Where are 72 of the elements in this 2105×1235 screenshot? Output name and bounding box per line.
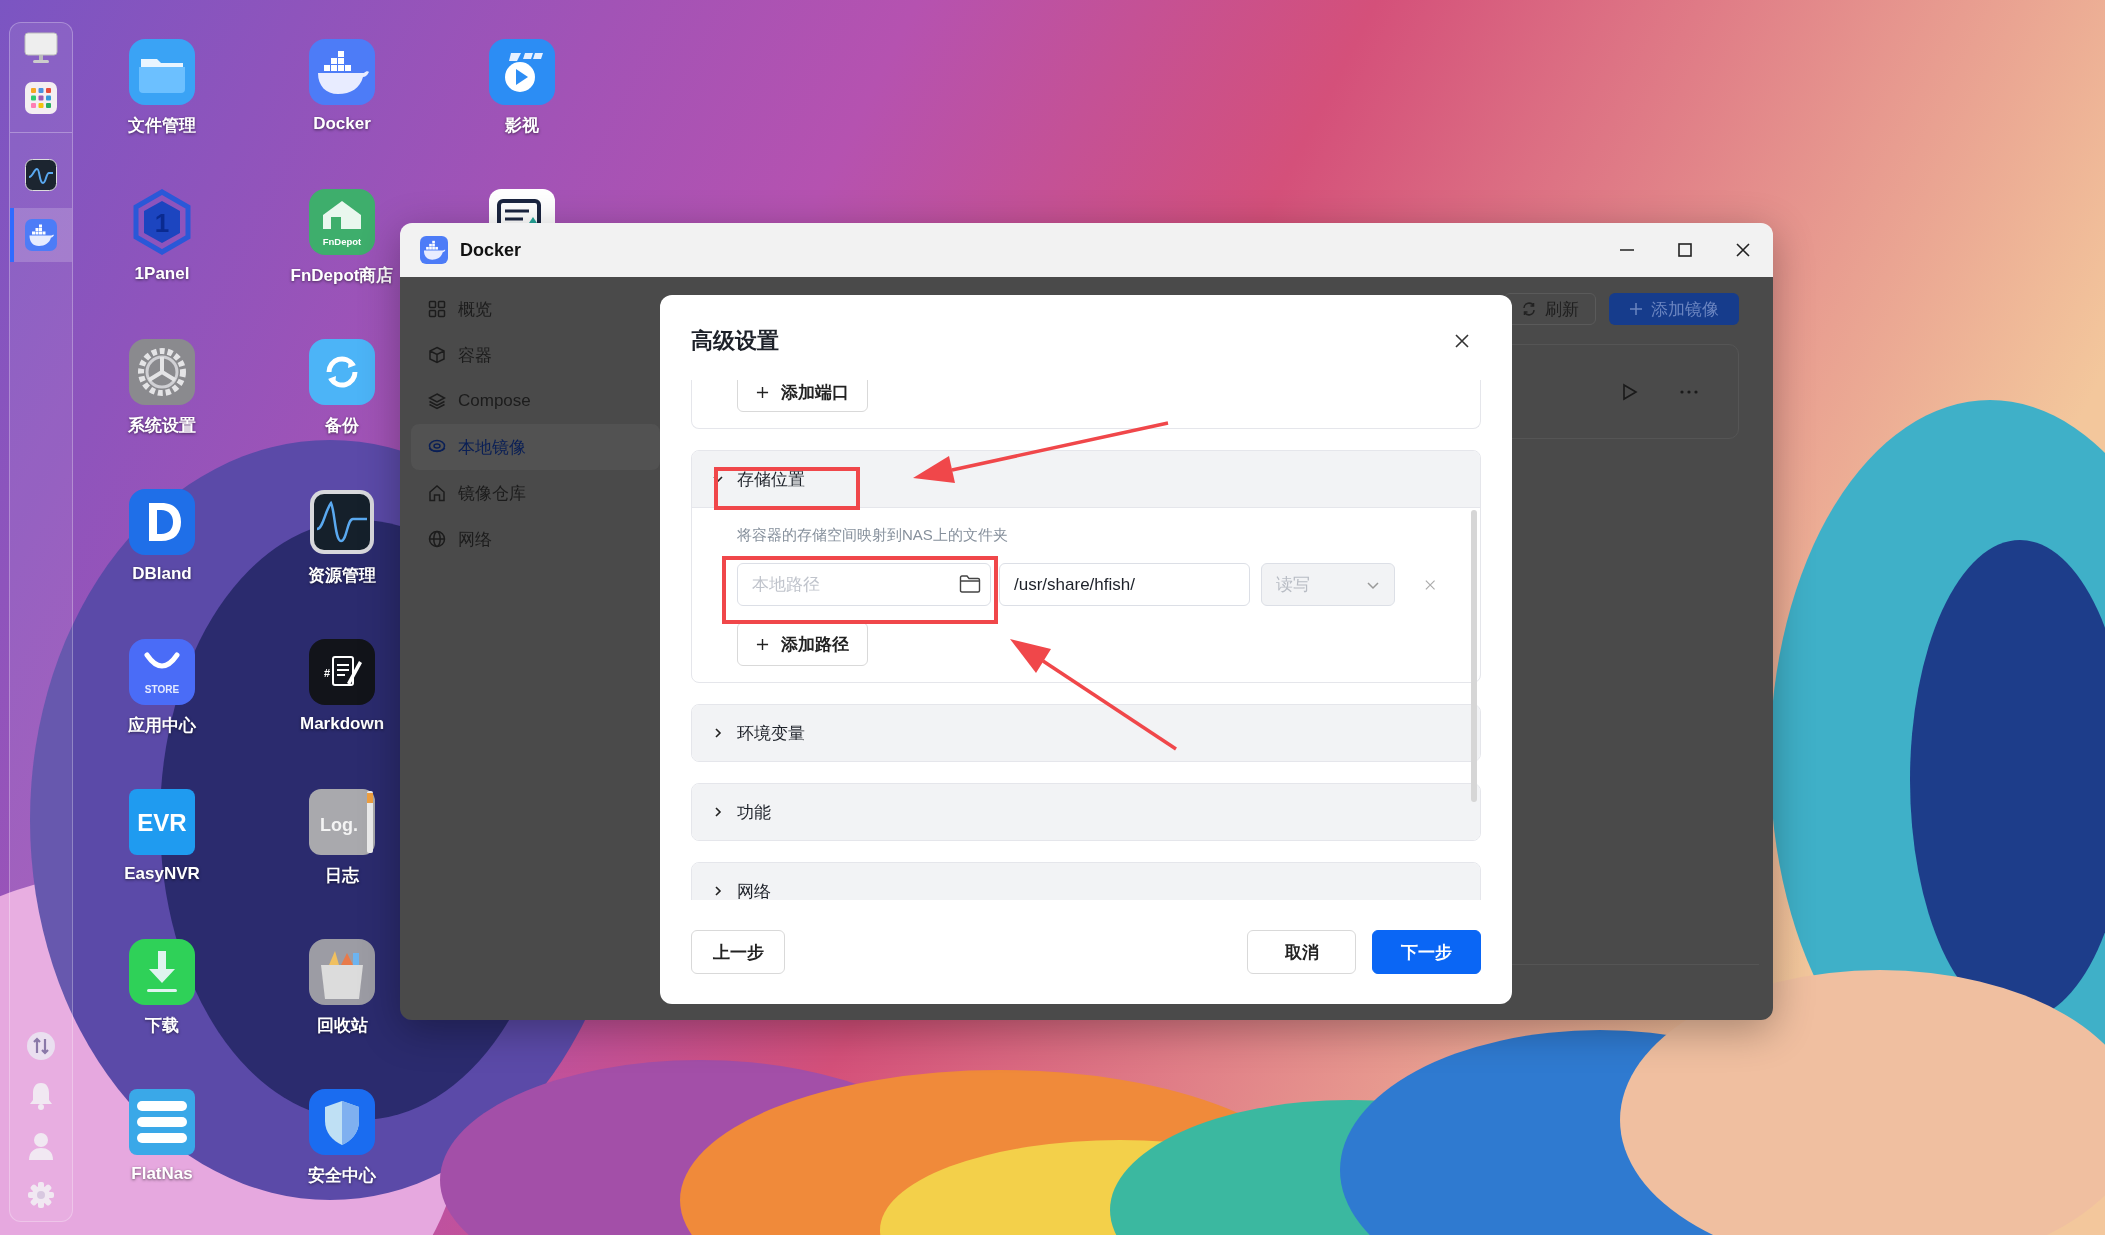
shield-icon — [309, 1089, 375, 1155]
maximize-icon[interactable] — [1677, 242, 1693, 258]
scrollbar[interactable] — [1471, 510, 1477, 802]
plus-icon — [756, 385, 769, 399]
store-icon: STORE — [129, 639, 195, 705]
desktop-shortcut[interactable]: 资源管理 — [308, 489, 376, 587]
local-path-field[interactable]: 本地路径 — [737, 563, 991, 606]
cancel-button[interactable]: 取消 — [1247, 930, 1356, 974]
document-icon[interactable] — [489, 189, 555, 224]
refresh-icon — [1521, 301, 1537, 317]
bars-icon — [129, 1089, 195, 1155]
more-icon[interactable] — [1680, 389, 1698, 394]
dock-item[interactable] — [10, 208, 72, 262]
house-icon: FnDepot — [309, 189, 375, 255]
download-icon — [129, 939, 195, 1005]
pulse-icon — [309, 489, 375, 555]
grid-icon — [428, 300, 446, 318]
document-icon: # — [309, 639, 375, 705]
trash-icon — [309, 939, 375, 1005]
transfer-icon[interactable] — [26, 1031, 56, 1061]
desktop-shortcut[interactable]: EVR EasyNVR — [124, 789, 200, 884]
monitor-icon — [24, 32, 58, 64]
whale-icon — [420, 236, 448, 264]
folder-icon — [129, 39, 195, 105]
dialog-title: 高级设置 — [691, 326, 779, 355]
close-icon[interactable] — [1735, 242, 1751, 258]
add-path-button[interactable]: 添加路径 — [737, 622, 868, 666]
container-path-field[interactable]: /usr/share/hfish/ — [999, 563, 1250, 606]
desktop-shortcut[interactable]: 系统设置 — [128, 339, 196, 437]
desktop-shortcut[interactable]: 文件管理 — [128, 39, 196, 137]
desktop-shortcut[interactable]: Docker — [309, 39, 375, 134]
plus-icon — [756, 637, 769, 651]
play-icon[interactable] — [1622, 382, 1638, 401]
section-header[interactable]: 环境变量 — [692, 705, 1480, 761]
section-header[interactable]: 存储位置 — [692, 451, 1480, 507]
add-port-button[interactable]: 添加端口 — [737, 380, 868, 412]
section-title: 存储位置 — [737, 468, 805, 491]
desktop-shortcut[interactable]: 备份 — [309, 339, 375, 437]
globe-icon — [428, 530, 446, 548]
desktop-shortcut[interactable]: 安全中心 — [308, 1089, 376, 1187]
whale-icon — [25, 219, 57, 251]
section-title: 网络 — [737, 880, 771, 900]
play-icon — [489, 39, 555, 105]
layers-icon — [428, 392, 446, 410]
desktop-shortcut[interactable]: STORE 应用中心 — [128, 639, 196, 737]
nvr-icon: EVR — [129, 789, 195, 855]
back-button[interactable]: 上一步 — [691, 930, 785, 974]
close-icon[interactable] — [1454, 332, 1470, 349]
section-description: 将容器的存储空间映射到NAS上的文件夹 — [737, 526, 1009, 545]
desktop-shortcut[interactable]: # Markdown — [299, 639, 385, 734]
section-header[interactable]: 网络 — [692, 863, 1480, 900]
gear-icon — [129, 339, 195, 405]
desktop-shortcut[interactable]: 影视 — [489, 39, 555, 137]
window-title: Docker — [460, 239, 522, 261]
desktop-shortcut[interactable]: 下载 — [129, 939, 195, 1037]
section-title: 功能 — [737, 801, 771, 824]
desktop-shortcut[interactable]: DBland — [129, 489, 195, 584]
plus-icon — [1629, 302, 1643, 316]
cube-icon — [428, 346, 446, 364]
desktop-shortcut[interactable]: Log. 日志 — [309, 789, 375, 887]
desktop-shortcut[interactable]: FnDepot FnDepot商店 — [290, 189, 394, 287]
section-header[interactable]: 功能 — [692, 784, 1480, 840]
folder-icon[interactable] — [959, 575, 981, 593]
pulse-icon — [25, 159, 57, 191]
app-grid-icon — [25, 82, 57, 114]
next-button[interactable]: 下一步 — [1372, 930, 1481, 974]
desktop-shortcut[interactable]: 回收站 — [309, 939, 375, 1037]
section-title: 环境变量 — [737, 722, 805, 745]
log-icon: Log. — [309, 789, 375, 855]
house-icon — [428, 484, 446, 502]
whale-icon — [309, 39, 375, 105]
sync-icon — [309, 339, 375, 405]
